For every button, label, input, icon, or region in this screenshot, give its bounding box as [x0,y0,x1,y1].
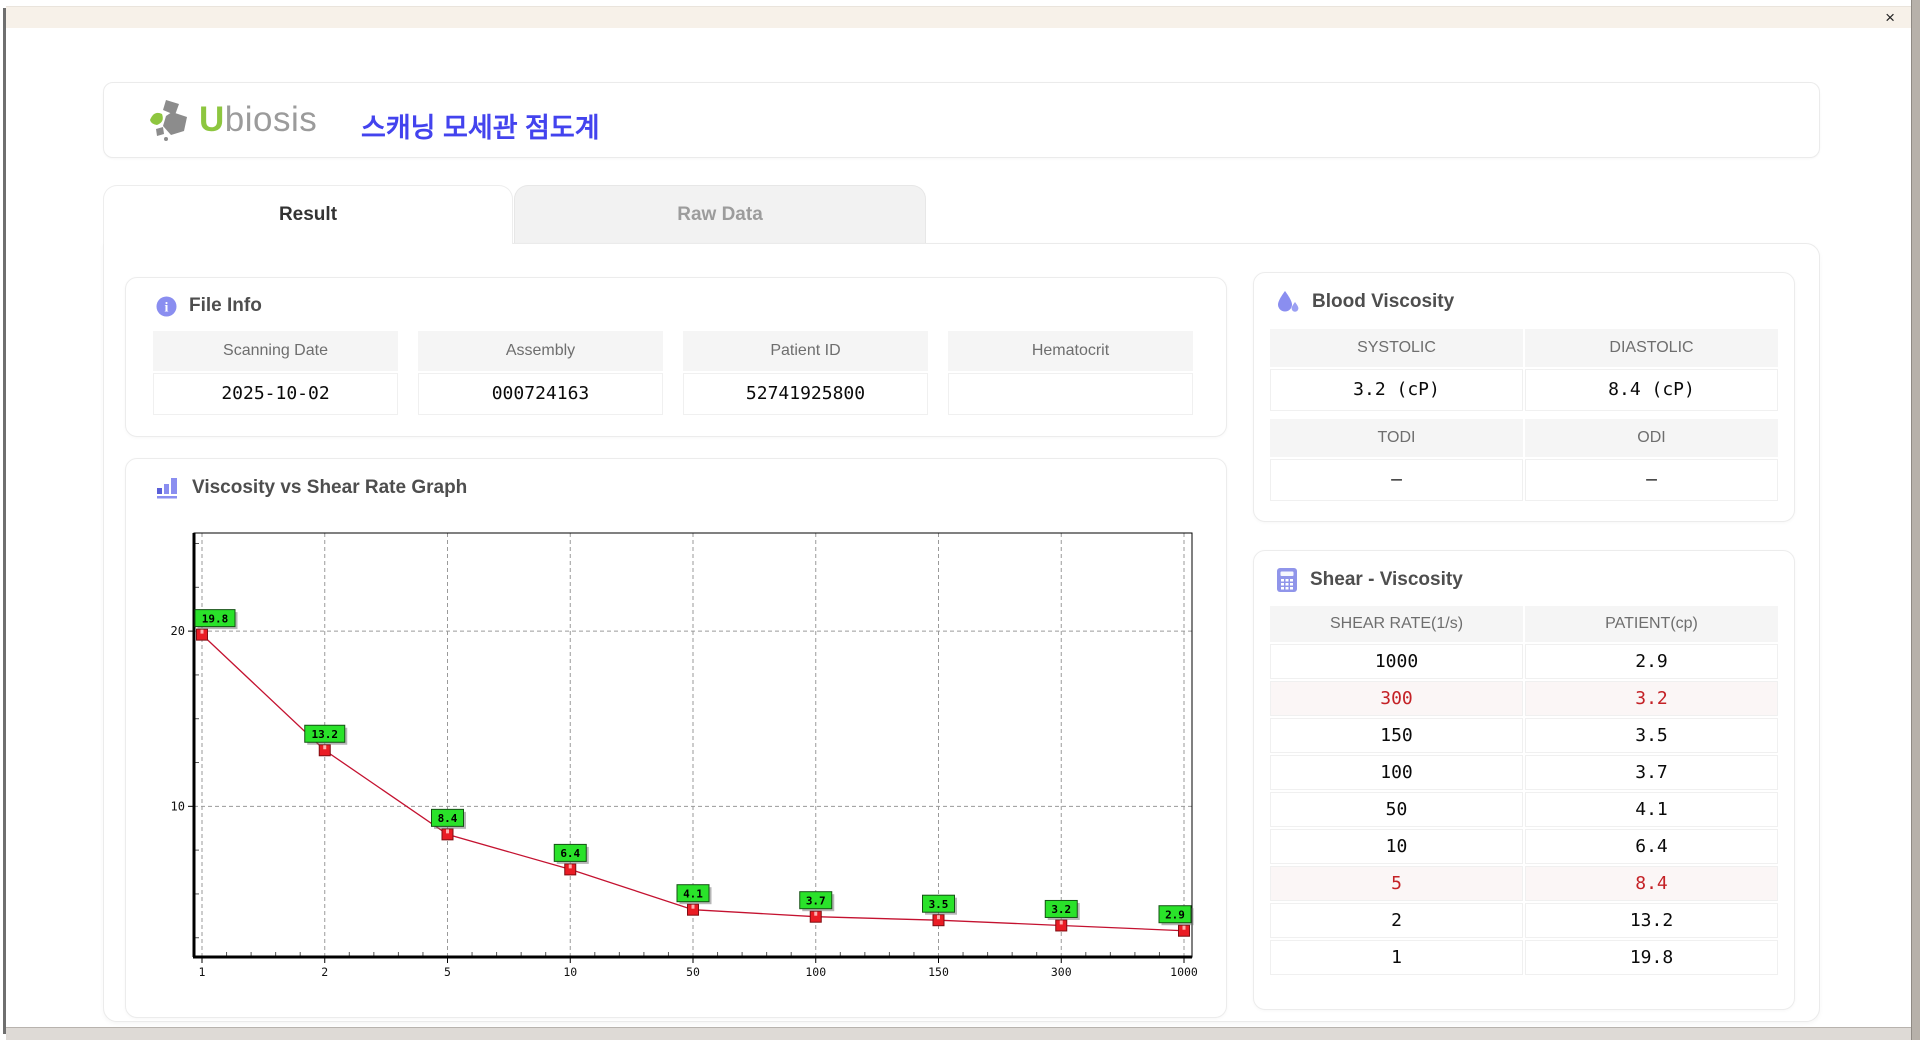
tab-raw-data[interactable]: Raw Data [514,185,926,244]
file-info-field-value: 2025-10-02 [153,373,398,415]
file-info-title: i File Info [126,278,1226,317]
patient-viscosity-cell: 8.4 [1525,866,1778,901]
graph-card: Viscosity vs Shear Rate Graph 10 20 1 2 5 10 5… [125,458,1227,1018]
patient-viscosity-cell: 3.2 [1525,681,1778,716]
file-info-field-value: 000724163 [418,373,663,415]
header-card: Ubiosis 스캐닝 모세관 점도계 [103,82,1820,158]
shear-viscosity-title-text: Shear - Viscosity [1310,569,1463,590]
shear-table-column-header: PATIENT(cp) [1525,606,1778,642]
shear-rate-cell: 100 [1270,755,1523,790]
svg-text:3.2: 3.2 [1051,903,1071,916]
shear-rate-cell: 1 [1270,940,1523,975]
window-bottom-border [6,1027,1911,1040]
file-info-field-label: Patient ID [683,331,928,371]
patient-viscosity-cell: 3.5 [1525,718,1778,753]
blood-viscosity-value: – [1270,459,1523,501]
file-info-field-label: Assembly [418,331,663,371]
svg-text:6.4: 6.4 [560,847,580,860]
file-info-field-value [948,373,1193,415]
shear-rate-cell: 50 [1270,792,1523,827]
svg-text:300: 300 [1051,965,1072,979]
svg-text:3.5: 3.5 [929,898,949,911]
blood-viscosity-header: TODI [1270,419,1523,457]
info-icon: i [156,296,177,316]
shear-rate-cell: 1000 [1270,644,1523,679]
svg-text:10: 10 [563,965,577,979]
window-left-border [3,8,6,1034]
blood-viscosity-header: SYSTOLIC [1270,329,1523,367]
svg-text:19.8: 19.8 [202,612,229,625]
ubiosis-logo: Ubiosis [148,98,317,142]
svg-text:5: 5 [444,965,451,979]
blood-viscosity-row-group: TODI ODI – – [1270,419,1778,501]
tab-result[interactable]: Result [103,185,513,244]
svg-text:50: 50 [686,965,700,979]
shear-viscosity-table: SHEAR RATE(1/s) PATIENT(cp) 1000 2.9 300 3.2 1… [1270,606,1778,975]
file-info-field-label: Hematocrit [948,331,1193,371]
shear-rate-cell: 150 [1270,718,1523,753]
svg-text:1: 1 [199,965,206,979]
shear-rate-cell: 10 [1270,829,1523,864]
droplets-icon [1278,291,1299,312]
shear-rate-cell: 300 [1270,681,1523,716]
viscosity-chart: 10 20 1 2 5 10 50 100 150 300 1000 19.8 13.2 8.4 6.4 4.… [171,532,1198,979]
shear-viscosity-card: Shear - Viscosity SHEAR RATE(1/s) PATIENT… [1253,550,1795,1010]
file-info-field-label: Scanning Date [153,331,398,371]
app-title: 스캐닝 모세관 점도계 [361,113,600,143]
blood-viscosity-value: – [1525,459,1778,501]
svg-text:150: 150 [928,965,949,979]
patient-viscosity-cell: 19.8 [1525,940,1778,975]
file-info-field-value: 52741925800 [683,373,928,415]
graph-title: Viscosity vs Shear Rate Graph [126,459,1226,499]
shear-rate-cell: 5 [1270,866,1523,901]
window-titlebar: × [6,6,1911,28]
shear-table-column-header: SHEAR RATE(1/s) [1270,606,1523,642]
blood-viscosity-title-text: Blood Viscosity [1312,291,1455,312]
svg-text:20: 20 [171,624,185,638]
blood-viscosity-value: 3.2 (cP) [1270,369,1523,411]
shear-rate-cell: 2 [1270,903,1523,938]
blood-viscosity-value: 8.4 (cP) [1525,369,1778,411]
svg-text:13.2: 13.2 [312,728,339,741]
svg-text:i: i [165,300,169,315]
file-info-grid: Scanning Date 2025-10-02 Assembly 000724163… [153,331,1226,415]
svg-text:1000: 1000 [1170,965,1198,979]
svg-text:2.9: 2.9 [1165,908,1185,921]
shear-viscosity-title: Shear - Viscosity [1254,551,1794,592]
patient-viscosity-cell: 6.4 [1525,829,1778,864]
graph-title-text: Viscosity vs Shear Rate Graph [192,476,468,498]
logo-text: Ubiosis [199,100,318,139]
blood-viscosity-row-group: SYSTOLIC DIASTOLIC 3.2 (cP) 8.4 (cP) [1270,329,1778,411]
svg-text:2: 2 [321,965,328,979]
patient-viscosity-cell: 2.9 [1525,644,1778,679]
svg-text:8.4: 8.4 [438,812,458,825]
file-info-card: i File Info Scanning Date 2025-10-02 Assem… [125,277,1227,437]
blood-viscosity-header: DIASTOLIC [1525,329,1778,367]
calculator-icon [1277,568,1297,592]
svg-text:3.7: 3.7 [806,894,826,907]
file-info-title-text: File Info [189,295,262,316]
window-scrollbar[interactable] [1911,0,1920,1040]
file-info-field: Patient ID 52741925800 [683,331,928,415]
bar-chart-icon [157,478,177,499]
svg-text:4.1: 4.1 [683,887,703,900]
blood-viscosity-table: SYSTOLIC DIASTOLIC 3.2 (cP) 8.4 (cP) TODI ODI… [1254,329,1794,501]
leaf-logo-icon [150,100,187,141]
svg-text:100: 100 [805,965,826,979]
patient-viscosity-cell: 13.2 [1525,903,1778,938]
blood-viscosity-title: Blood Viscosity [1254,273,1794,314]
file-info-field: Scanning Date 2025-10-02 [153,331,398,415]
close-icon[interactable]: × [1885,7,1895,29]
patient-viscosity-cell: 3.7 [1525,755,1778,790]
svg-text:10: 10 [171,799,185,813]
blood-viscosity-card: Blood Viscosity SYSTOLIC DIASTOLIC 3.2 (cP… [1253,272,1795,522]
blood-viscosity-header: ODI [1525,419,1778,457]
file-info-field: Assembly 000724163 [418,331,663,415]
patient-viscosity-cell: 4.1 [1525,792,1778,827]
file-info-field: Hematocrit [948,331,1193,415]
